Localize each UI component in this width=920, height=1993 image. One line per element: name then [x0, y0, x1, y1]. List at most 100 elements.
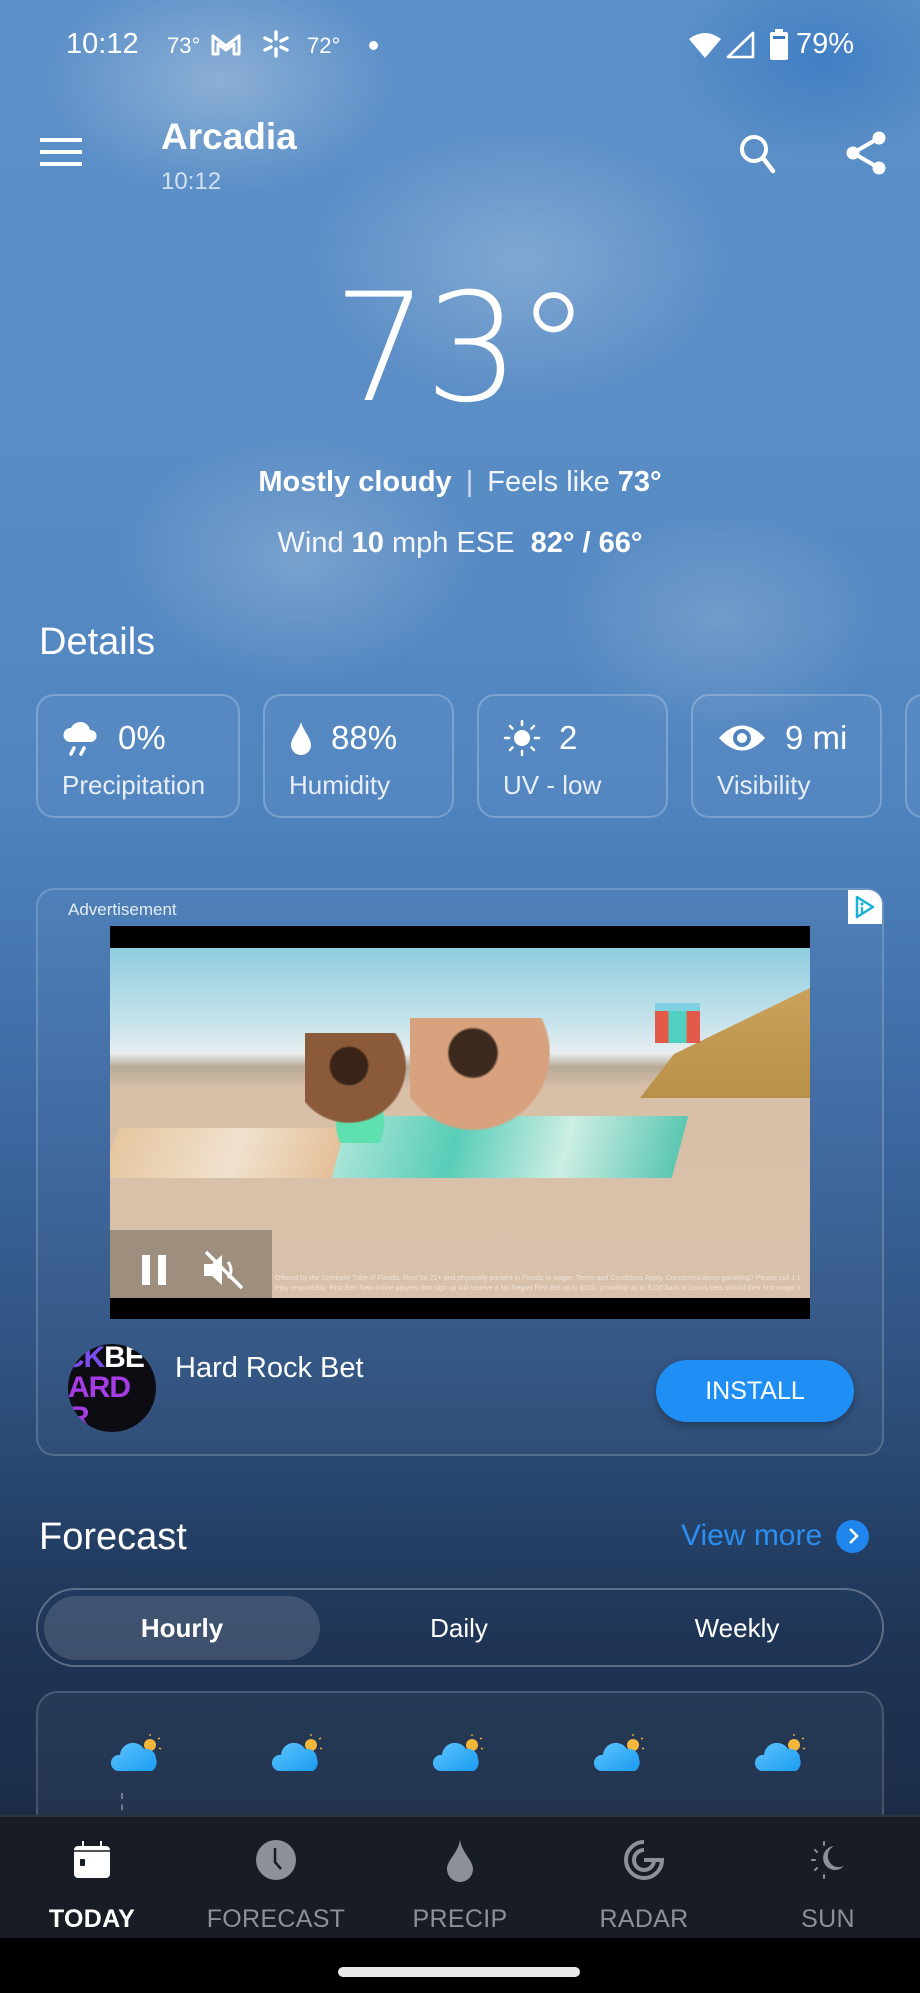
share-button[interactable]: [843, 130, 889, 176]
wifi-icon: [689, 33, 721, 58]
detail-card-partial[interactable]: [905, 694, 920, 818]
current-temperature: 73°: [333, 262, 591, 436]
gmail-icon: [211, 34, 241, 56]
nav-sun[interactable]: SUN: [736, 1817, 920, 1938]
radar-icon: [624, 1840, 665, 1880]
battery-percent: 79%: [796, 28, 855, 60]
nav-precip-label: PRECIP: [412, 1905, 508, 1933]
battery-icon: [770, 29, 788, 60]
search-button[interactable]: [735, 130, 781, 176]
partly-cloudy-icon: [754, 1733, 810, 1778]
ad-video[interactable]: Offered by the Seminole Tribe of Florida…: [110, 926, 810, 1319]
logo-text-c: ARD R: [68, 1371, 131, 1433]
condition-line: Mostly cloudy | Feels like 73°: [0, 466, 920, 499]
status-time: 10:12: [66, 28, 139, 60]
wind-unit-direction: mph ESE: [391, 527, 515, 559]
nav-forecast[interactable]: FORECAST: [184, 1817, 368, 1938]
precipitation-label: Precipitation: [62, 770, 206, 800]
menu-button[interactable]: [40, 138, 84, 172]
detail-card-visibility[interactable]: 9 mi Visibility: [691, 694, 882, 818]
clock-icon: [256, 1840, 296, 1880]
detail-card-precipitation[interactable]: 0% Precipitation: [36, 694, 240, 818]
view-more-label: View more: [681, 1519, 823, 1552]
feels-like-label: Feels like: [487, 466, 610, 498]
nav-radar-label: RADAR: [599, 1905, 689, 1933]
adchoices-button[interactable]: [848, 890, 882, 924]
nav-today[interactable]: TODAY: [0, 1817, 184, 1938]
bottom-navigation: TODAY FORECAST PRECIP RADAR SUN: [0, 1815, 920, 1938]
partly-cloudy-icon: [110, 1733, 166, 1778]
sun-icon: [503, 719, 541, 757]
wind-speed: 10: [351, 527, 384, 559]
nav-forecast-label: FORECAST: [206, 1905, 346, 1933]
pause-icon: [142, 1255, 166, 1285]
tab-weekly[interactable]: Weekly: [598, 1596, 876, 1660]
forecast-range-tabs: Hourly Daily Weekly: [36, 1588, 884, 1667]
status-temp-2: 72°: [307, 33, 341, 58]
notification-dot: [369, 41, 378, 50]
nav-today-label: TODAY: [48, 1905, 136, 1933]
details-title: Details: [39, 621, 156, 663]
location-name[interactable]: Arcadia: [161, 116, 297, 158]
partly-cloudy-icon: [593, 1733, 649, 1778]
home-gesture-bar[interactable]: [338, 1967, 580, 1977]
cell-signal-icon: [726, 31, 755, 59]
ad-label: Advertisement: [68, 900, 177, 919]
precipitation-value: 0%: [118, 719, 166, 756]
walmart-spark-icon: [263, 30, 289, 58]
tab-daily[interactable]: Daily: [320, 1596, 598, 1660]
eye-icon: [719, 725, 765, 751]
calendar-icon: [74, 1841, 110, 1878]
partly-cloudy-icon: [271, 1733, 327, 1778]
nav-sun-label: SUN: [801, 1905, 855, 1933]
advertiser-logo[interactable]: CKBET ARD R: [68, 1344, 156, 1432]
view-more-link[interactable]: View more: [681, 1519, 870, 1553]
share-icon: [846, 131, 886, 175]
muted-speaker-icon: [204, 1250, 244, 1290]
wind-label: Wind: [277, 527, 344, 559]
search-icon: [740, 135, 776, 174]
rain-cloud-icon: [63, 721, 97, 756]
high-low: 82° / 66°: [530, 527, 643, 559]
droplet-icon: [291, 722, 311, 755]
separator: |: [465, 466, 474, 498]
tab-hourly[interactable]: Hourly: [44, 1595, 320, 1660]
feels-like-value: 73°: [617, 466, 662, 498]
nav-precip[interactable]: PRECIP: [368, 1817, 552, 1938]
hourly-icons-row: [38, 1733, 882, 1778]
system-gesture-area: [0, 1938, 920, 1993]
logo-text-a: CK: [68, 1344, 105, 1374]
uv-value: 2: [559, 719, 578, 756]
humidity-label: Humidity: [289, 770, 391, 800]
details-cards[interactable]: 0% Precipitation 88% Humidity 2 UV - low…: [36, 694, 920, 820]
logo-text-b: BET: [104, 1344, 156, 1374]
advertisement-card[interactable]: Advertisement Offered by the Seminole Tr…: [36, 888, 884, 1456]
install-button[interactable]: INSTALL: [656, 1360, 854, 1422]
condition-text: Mostly cloudy: [258, 466, 452, 498]
visibility-value: 9 mi: [785, 719, 848, 756]
detail-card-humidity[interactable]: 88% Humidity: [263, 694, 454, 818]
detail-card-uv[interactable]: 2 UV - low: [477, 694, 668, 818]
ad-fineprint: Offered by the Seminole Tribe of Florida…: [275, 1274, 800, 1294]
wind-line: Wind 10 mph ESE 82° / 66°: [0, 527, 920, 560]
visibility-label: Visibility: [717, 770, 811, 800]
advertiser-name[interactable]: Hard Rock Bet: [175, 1352, 364, 1385]
location-time: 10:12: [161, 168, 222, 195]
humidity-value: 88%: [331, 719, 398, 756]
ad-fineprint-line-2: Play responsibly. First Bet: New online …: [275, 1285, 800, 1292]
partly-cloudy-icon: [432, 1733, 488, 1778]
uv-label: UV - low: [503, 770, 602, 800]
forecast-title: Forecast: [39, 1516, 187, 1558]
adchoices-icon: [855, 895, 875, 919]
menu-icon: [40, 138, 84, 166]
status-bar: 10:12 73° 72° 79%: [0, 28, 920, 62]
droplet-icon: [447, 1839, 473, 1882]
status-temp-1: 73°: [167, 33, 201, 58]
ad-fineprint-line-1: Offered by the Seminole Tribe of Florida…: [275, 1275, 800, 1282]
chevron-right-icon: [836, 1519, 870, 1553]
pause-button[interactable]: [142, 1255, 168, 1285]
sun-moon-icon: [811, 1841, 844, 1879]
video-controls: [110, 1230, 272, 1298]
nav-radar[interactable]: RADAR: [552, 1817, 736, 1938]
mute-button[interactable]: [202, 1250, 246, 1290]
